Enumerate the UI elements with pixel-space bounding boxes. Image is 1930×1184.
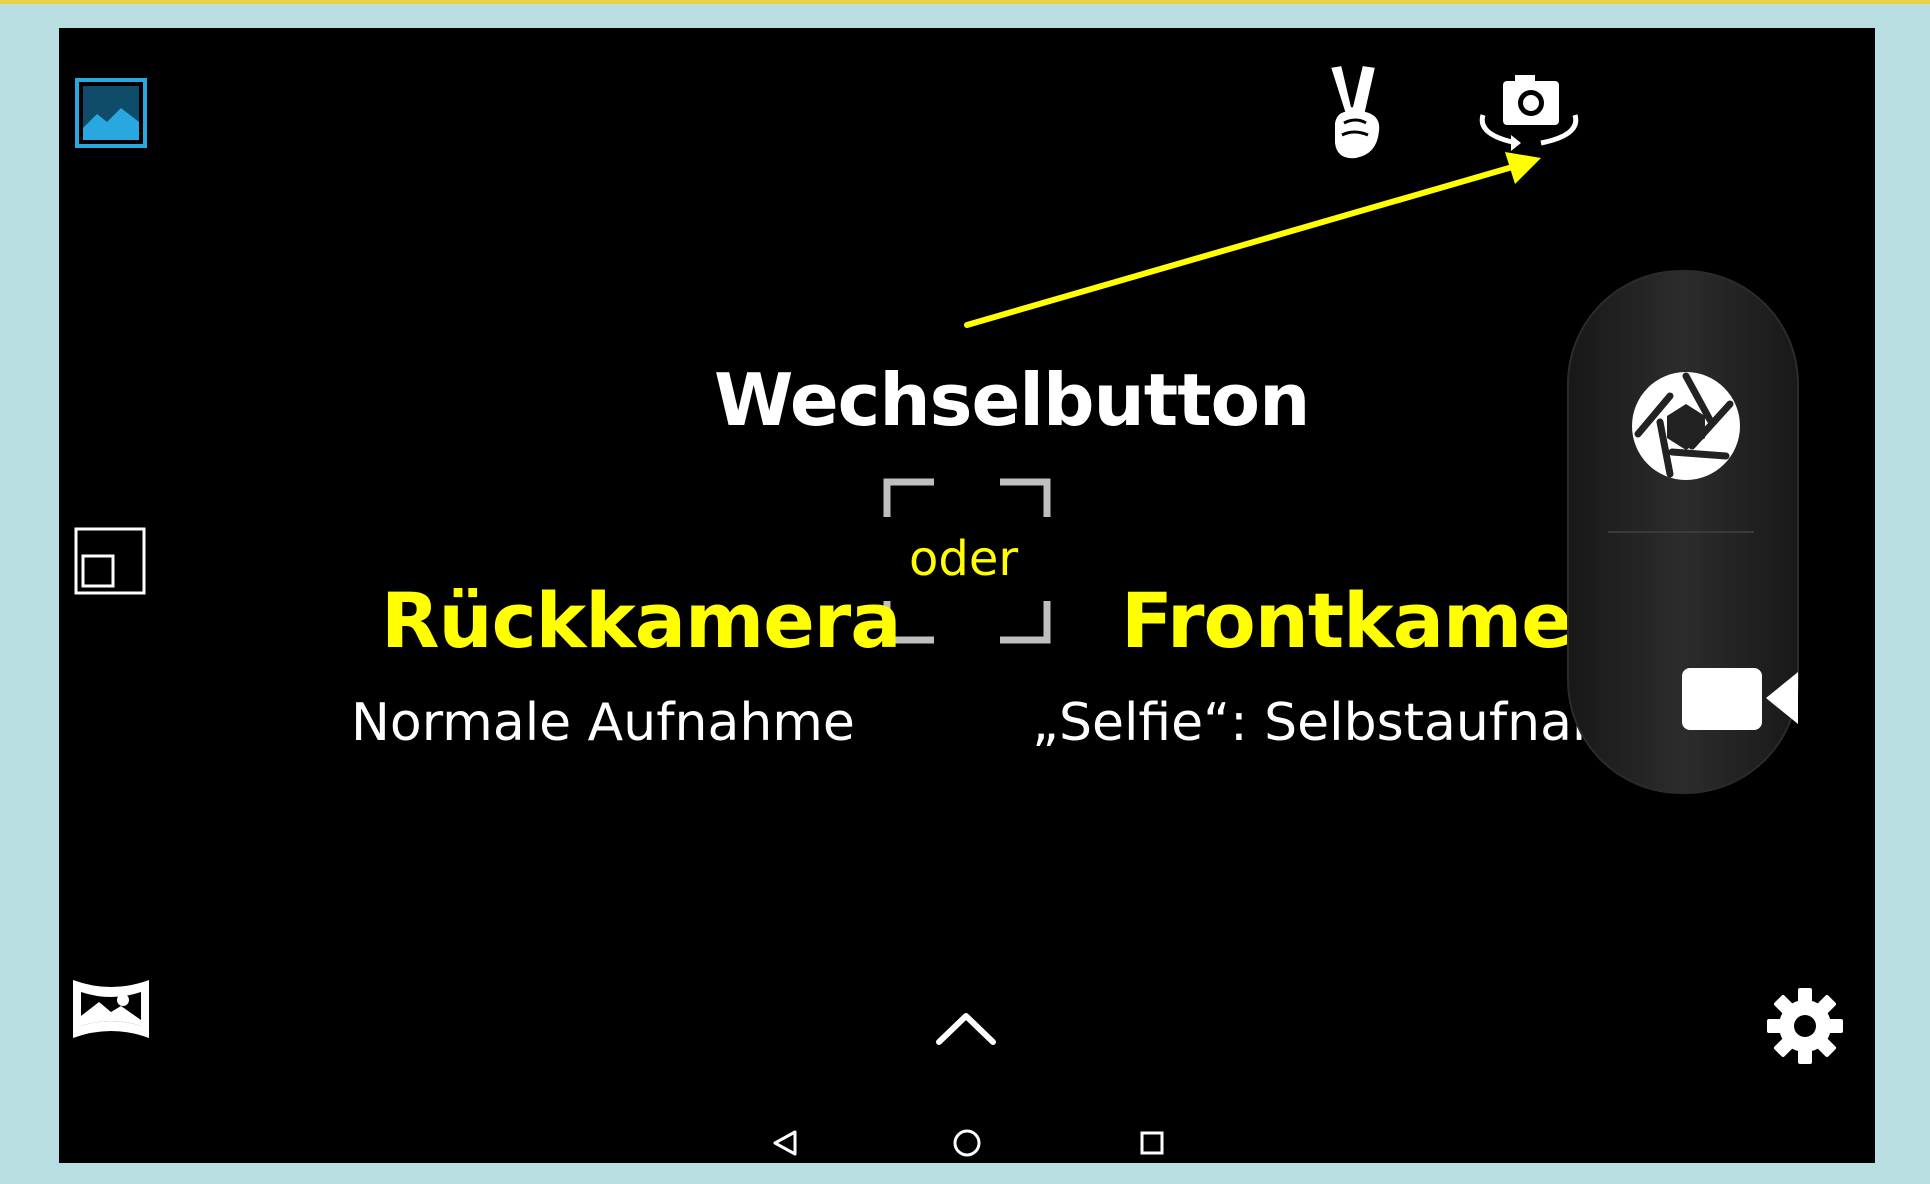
video-camera-icon [1682,668,1798,730]
gear-icon [1767,988,1843,1064]
rear-camera-description: Normale Aufnahme [351,693,855,753]
nav-back-button[interactable] [769,1126,803,1160]
connector-label: oder [909,531,1019,587]
shutter-button[interactable] [1630,370,1742,482]
annotation-title: Wechselbutton [714,358,1310,442]
recents-square-icon [1140,1131,1164,1155]
panel-divider [1608,531,1754,533]
chevron-up-icon [936,1013,996,1045]
nav-recents-button[interactable] [1135,1126,1169,1160]
home-circle-icon [953,1129,981,1157]
shutter-icon [1632,372,1740,480]
video-record-button[interactable] [1680,662,1800,734]
expand-button[interactable] [935,1008,997,1048]
back-triangle-icon [773,1130,797,1156]
settings-button[interactable] [1765,986,1845,1066]
top-border [0,0,1930,4]
nav-home-button[interactable] [950,1126,984,1160]
rear-camera-label: Rückkamera [381,576,902,665]
